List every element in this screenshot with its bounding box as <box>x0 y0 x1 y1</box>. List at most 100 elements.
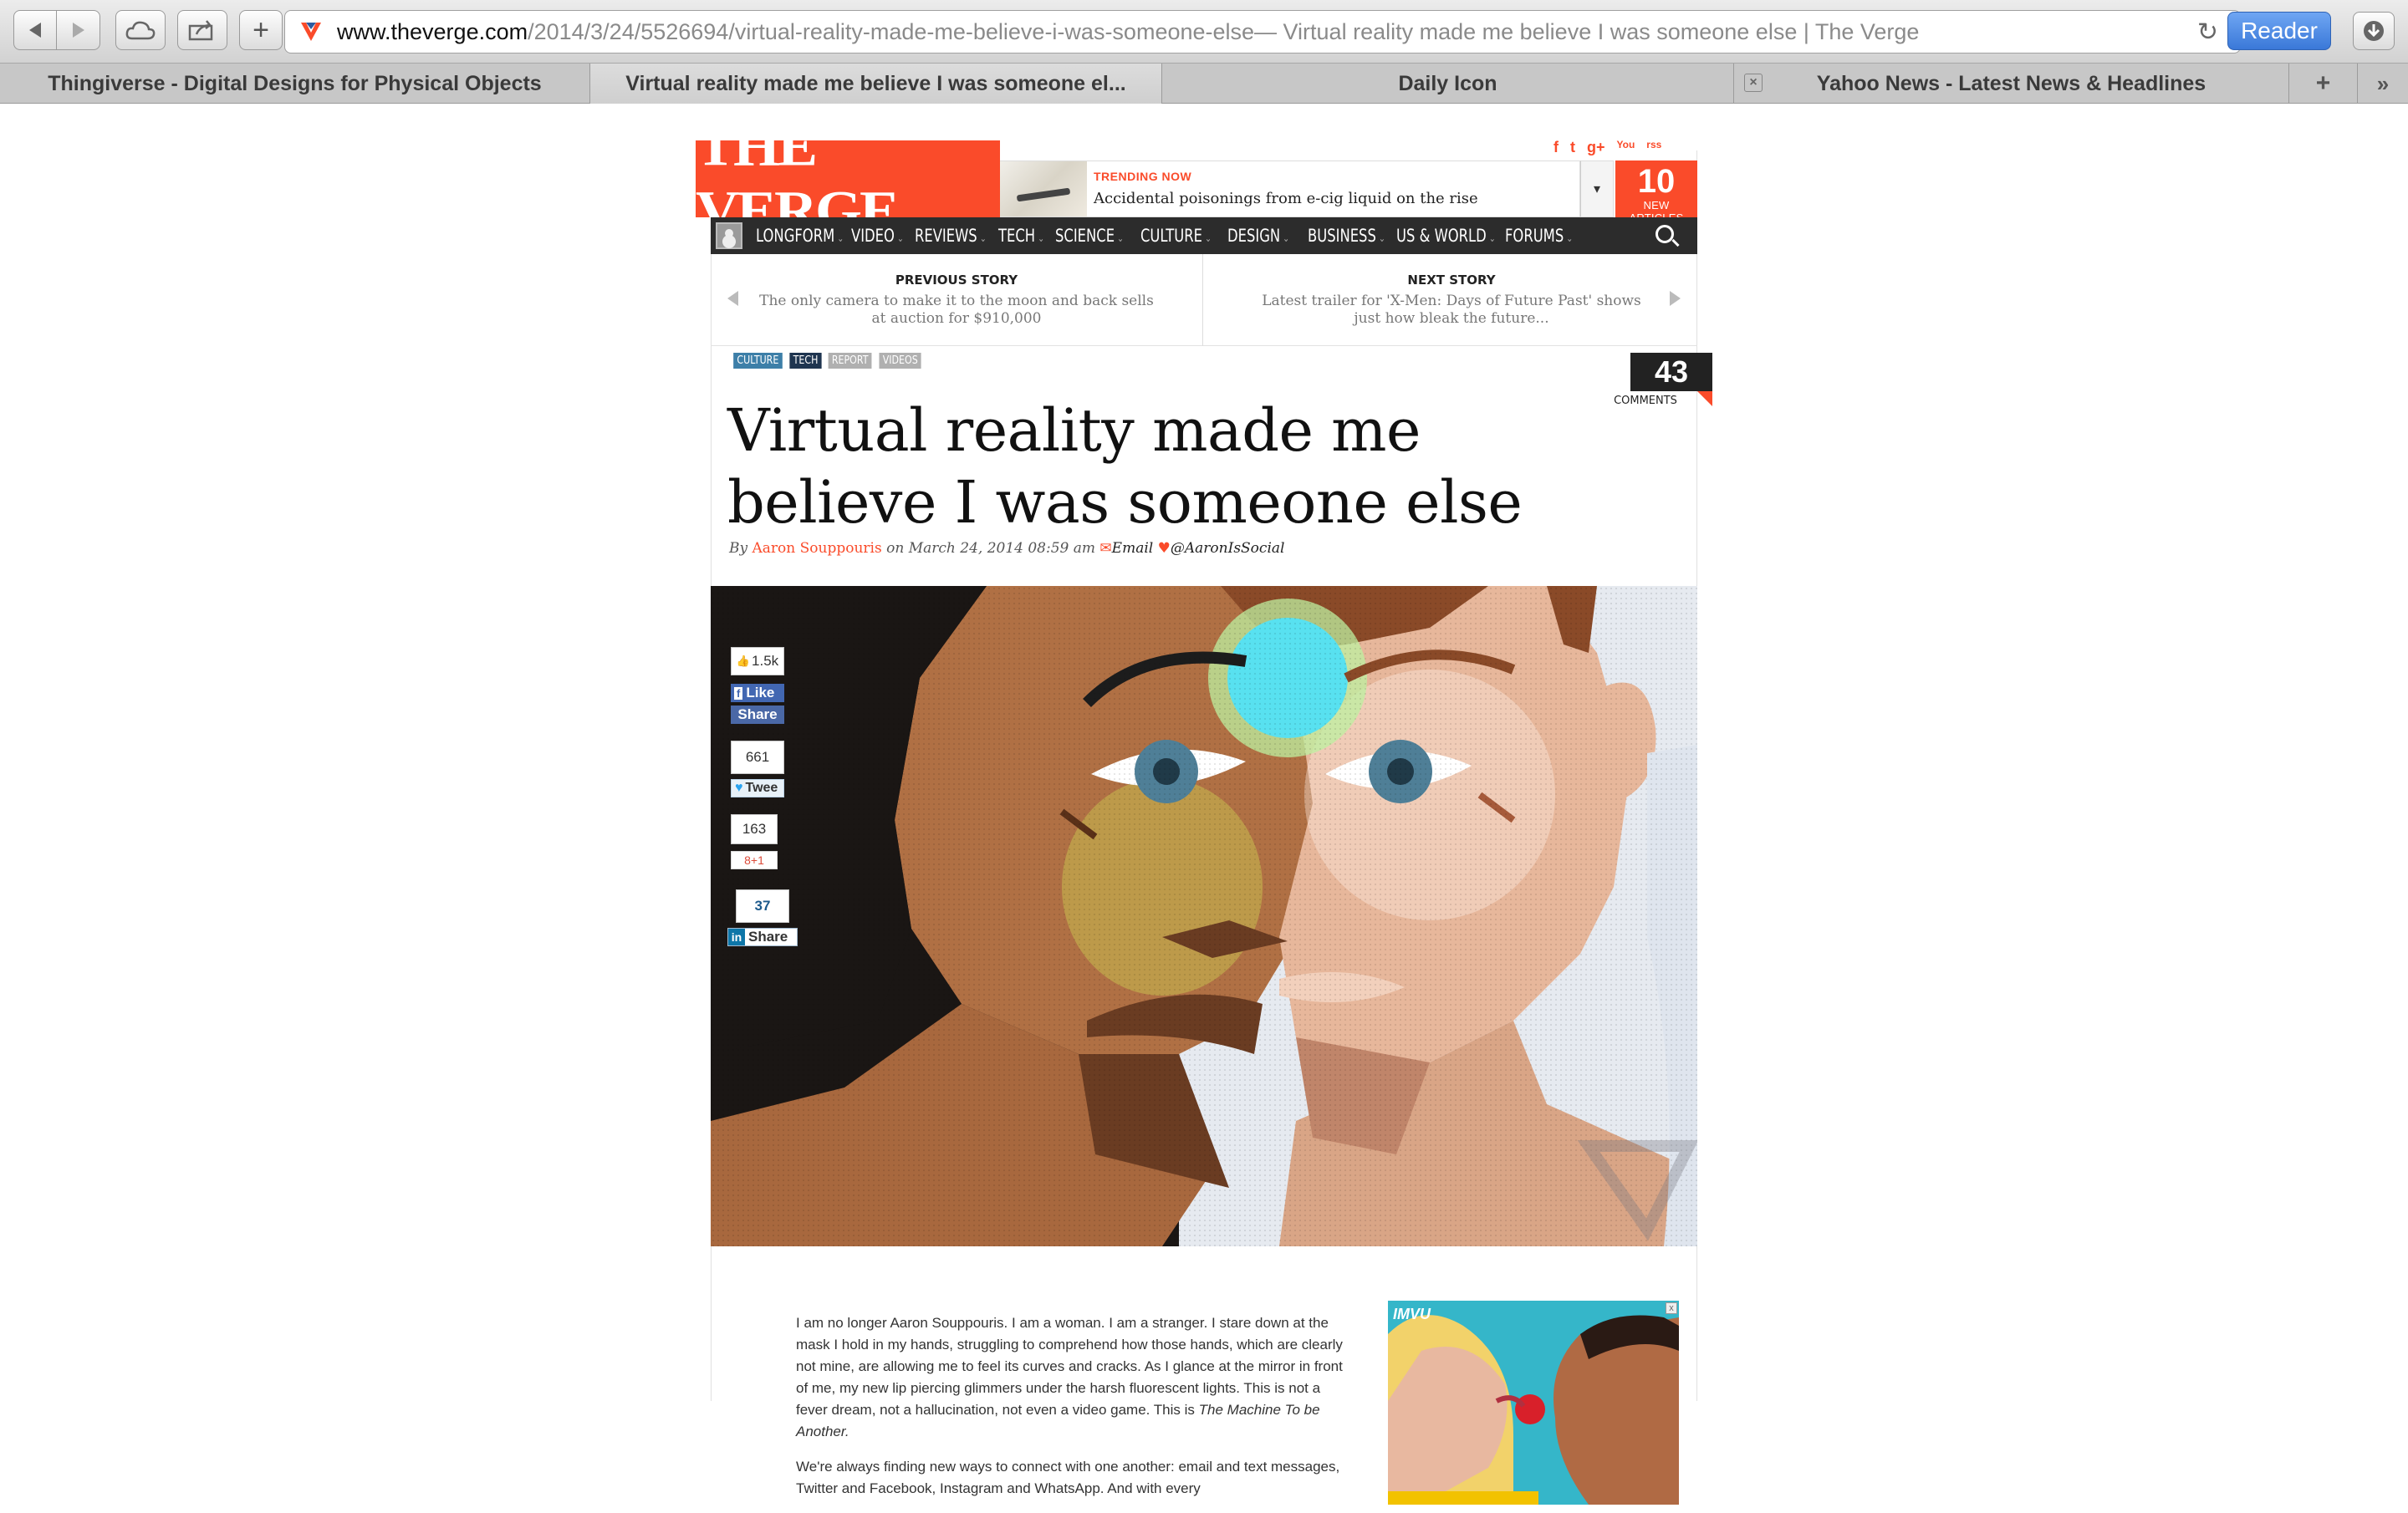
hero-illustration <box>711 586 1697 1246</box>
story-divider <box>1202 254 1203 346</box>
ad-image <box>1388 1301 1679 1505</box>
nav-item-tech[interactable]: TECH ⌄ <box>998 226 1045 246</box>
web-page: f t g+ You rss THE VERGE TRENDING NOW Ac… <box>0 104 2408 1505</box>
facebook-like-button[interactable]: f Like <box>731 684 784 702</box>
ad-close-icon[interactable]: x <box>1666 1302 1677 1314</box>
trending-label: TRENDING NOW <box>1094 170 1192 183</box>
nav-label: FORUMS <box>1505 226 1564 246</box>
chevron-down-icon: ⌄ <box>1283 232 1290 244</box>
prev-arrow-icon[interactable] <box>727 291 738 306</box>
email-icon[interactable]: ✉ <box>1099 540 1111 557</box>
byline-date: on March 24, 2014 08:59 am <box>881 540 1100 557</box>
rss-icon[interactable]: rss <box>1646 139 1661 156</box>
next-arrow-icon[interactable] <box>1670 291 1681 306</box>
googleplus-button[interactable]: 8+1 <box>731 851 778 869</box>
nav-item-video[interactable]: VIDEO ⌄ <box>851 226 904 246</box>
trending-bar[interactable]: TRENDING NOW Accidental poisonings from … <box>1000 160 1580 217</box>
nav-item-longform[interactable]: LONGFORM ⌄ <box>756 226 844 246</box>
nav-label: BUSINESS <box>1308 226 1376 246</box>
nav-label: REVIEWS <box>915 226 977 246</box>
previous-story-label: PREVIOUS STORY <box>895 273 1018 288</box>
twitter-count: 661 <box>731 741 784 774</box>
linkedin-share-label: Share <box>748 929 788 945</box>
byline-by: By <box>729 540 752 557</box>
nav-label: LONGFORM <box>756 226 835 246</box>
tag-videos[interactable]: VIDEOS <box>879 353 922 369</box>
linkedin-icon: in <box>728 929 745 945</box>
article-headline: Virtual reality made me believe I was so… <box>727 396 1523 537</box>
tag-report[interactable]: REPORT <box>828 353 872 369</box>
comments-corner-decoration <box>1697 391 1712 406</box>
article-tags: CULTURE TECH REPORT VIDEOS <box>729 353 926 369</box>
chevron-down-icon: ⌄ <box>837 232 844 244</box>
advertisement[interactable]: IMVU x <box>1388 1301 1679 1505</box>
facebook-like-label: Like <box>746 685 775 700</box>
googleplus-icon[interactable]: g+ <box>1587 139 1605 156</box>
tag-tech[interactable]: TECH <box>789 353 822 369</box>
thumbs-up-icon: 👍 <box>736 655 751 667</box>
trending-thumbnail <box>1000 161 1087 217</box>
previous-story-title: The only camera to make it to the moon a… <box>759 293 1154 327</box>
previous-story-link[interactable]: PREVIOUS STORY The only camera to make i… <box>756 273 1157 328</box>
twitter-icon[interactable]: ♥ <box>1158 540 1171 557</box>
new-articles-badge[interactable]: 10 NEW ARTICLES <box>1615 160 1697 224</box>
chevron-down-icon: ⌄ <box>897 232 904 244</box>
search-icon[interactable] <box>1656 225 1674 243</box>
twitter-icon[interactable]: t <box>1570 139 1575 156</box>
nav-item-business[interactable]: BUSINESS ⌄ <box>1308 226 1385 246</box>
social-links: f t g+ You rss <box>1553 139 1661 156</box>
nav-label: TECH <box>998 226 1036 246</box>
tweet-label: Twee <box>745 781 778 795</box>
chevron-down-icon: ⌄ <box>1117 232 1125 244</box>
chevron-down-icon: ⌄ <box>1038 232 1045 244</box>
facebook-icon[interactable]: f <box>1553 139 1559 156</box>
nav-item-us-world[interactable]: US & WORLD ⌄ <box>1396 226 1496 246</box>
tag-culture[interactable]: CULTURE <box>733 353 783 369</box>
next-story-label: NEXT STORY <box>1407 273 1496 288</box>
user-avatar[interactable] <box>716 222 742 249</box>
trending-headline[interactable]: Accidental poisonings from e-cig liquid … <box>1094 190 1478 207</box>
article-byline: By Aaron Souppouris on March 24, 2014 08… <box>729 540 1284 557</box>
nav-label: VIDEO <box>851 226 895 246</box>
ad-logo: IMVU <box>1393 1306 1431 1322</box>
nav-label: SCIENCE <box>1055 226 1115 246</box>
vr-faces-illustration <box>711 586 1697 1246</box>
page-coords: f t g+ You rss THE VERGE TRENDING NOW Ac… <box>0 0 2408 1505</box>
new-articles-count: 10 <box>1637 163 1676 200</box>
twitter-handle-link[interactable]: @AaronIsSocial <box>1171 540 1285 557</box>
story-navigation: PREVIOUS STORY The only camera to make i… <box>711 254 1697 346</box>
site-logo[interactable]: THE VERGE <box>696 116 1000 242</box>
nav-label: CULTURE <box>1140 226 1203 246</box>
tweet-button[interactable]: ♥ Twee <box>731 779 784 797</box>
author-link[interactable]: Aaron Souppouris <box>752 540 882 557</box>
chevron-down-icon: ⌄ <box>979 232 987 244</box>
trending-dropdown-button[interactable]: ▾ <box>1580 160 1614 217</box>
nav-item-science[interactable]: SCIENCE ⌄ <box>1055 226 1125 246</box>
chevron-down-icon: ⌄ <box>1566 232 1574 244</box>
nav-item-forums[interactable]: FORUMS ⌄ <box>1505 226 1574 246</box>
nav-item-culture[interactable]: CULTURE ⌄ <box>1140 226 1212 246</box>
linkedin-share-button[interactable]: in Share <box>727 928 798 946</box>
next-story-link[interactable]: NEXT STORY Latest trailer for 'X-Men: Da… <box>1251 273 1652 328</box>
nav-label: US & WORLD <box>1396 226 1487 246</box>
page-inner: f t g+ You rss THE VERGE TRENDING NOW Ac… <box>0 104 2408 1505</box>
chevron-down-icon: ⌄ <box>1378 232 1385 244</box>
facebook-count-value: 1.5k <box>752 653 779 669</box>
email-link[interactable]: Email <box>1112 540 1154 557</box>
youtube-icon[interactable]: You <box>1617 139 1635 156</box>
chevron-down-icon: ⌄ <box>1488 232 1496 244</box>
nav-label: DESIGN <box>1227 226 1281 246</box>
linkedin-count: 37 <box>736 889 789 923</box>
facebook-icon: f <box>734 686 743 700</box>
nav-items: LONGFORM ⌄ VIDEO ⌄ REVIEWS ⌄ TECH ⌄ SCIENCE ⌄… <box>756 226 1585 246</box>
article-body: I am no longer Aaron Souppouris. I am a … <box>796 1312 1344 1513</box>
twitter-bird-icon: ♥ <box>735 781 743 795</box>
facebook-share-button[interactable]: Share <box>731 706 784 724</box>
next-story-title: Latest trailer for 'X-Men: Days of Futur… <box>1262 293 1641 327</box>
facebook-count: 👍 1.5k <box>731 647 784 675</box>
paragraph: We're always finding new ways to connect… <box>796 1459 1340 1496</box>
googleplus-count: 163 <box>731 814 778 844</box>
nav-item-design[interactable]: DESIGN ⌄ <box>1227 226 1293 246</box>
nav-item-reviews[interactable]: REVIEWS ⌄ <box>915 226 987 246</box>
comments-count[interactable]: 43 <box>1630 353 1712 391</box>
